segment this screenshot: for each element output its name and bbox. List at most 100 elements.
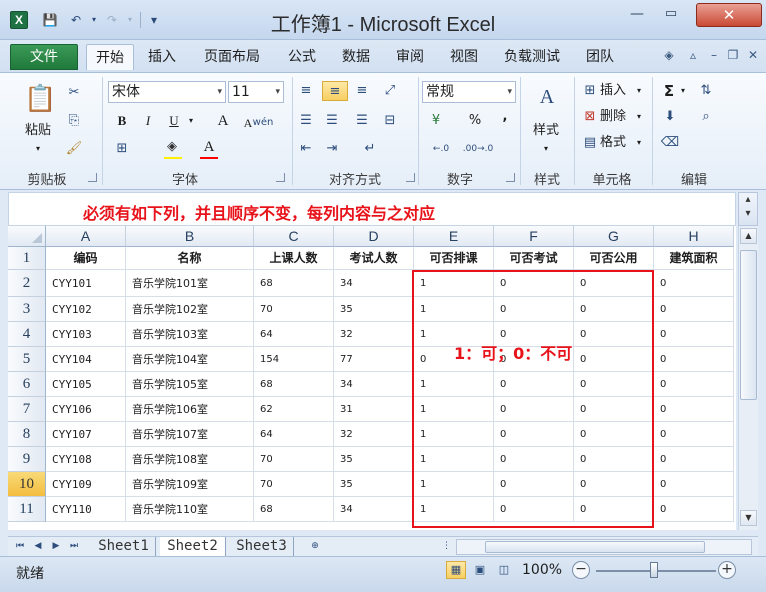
close-button[interactable]: ✕ [696, 3, 762, 27]
table-cell[interactable]: 0 [574, 297, 654, 322]
table-cell[interactable]: 35 [334, 297, 414, 322]
row-header-8[interactable]: 8 [8, 422, 46, 447]
column-header-h[interactable]: H [654, 226, 734, 247]
autosum-dropdown-icon[interactable]: ▾ [678, 81, 688, 101]
table-cell[interactable]: 0 [654, 270, 734, 297]
table-cell[interactable]: CYY105 [46, 372, 126, 397]
table-cell[interactable]: 音乐学院101室 [126, 270, 254, 297]
table-cell[interactable]: 0 [494, 297, 574, 322]
find-select-icon[interactable]: ⌕ [696, 107, 716, 127]
row-header-6[interactable]: 6 [8, 372, 46, 397]
scroll-down-button[interactable]: ▼ [740, 510, 757, 526]
excel-app-icon[interactable]: X [10, 11, 28, 29]
table-cell[interactable]: 0 [574, 347, 654, 372]
table-cell[interactable]: 68 [254, 497, 334, 522]
select-all-button[interactable] [8, 226, 46, 247]
row-header-4[interactable]: 4 [8, 322, 46, 347]
tab-view[interactable]: 视图 [442, 44, 486, 70]
table-cell[interactable]: 0 [574, 372, 654, 397]
delete-cells-icon[interactable]: ⊠ [580, 107, 600, 127]
percent-button[interactable]: % [466, 111, 484, 131]
scroll-up-button[interactable]: ▲ [740, 228, 757, 244]
sheet-tab-1[interactable]: Sheet1 [92, 537, 156, 556]
table-cell[interactable]: 1 [414, 372, 494, 397]
help-icon[interactable]: ◈ [660, 46, 678, 64]
table-cell[interactable]: 0 [494, 372, 574, 397]
table-cell[interactable]: 35 [334, 472, 414, 497]
undo-dropdown-icon[interactable]: ▾ [86, 12, 102, 28]
workbook-close-icon[interactable]: ✕ [744, 46, 762, 64]
table-cell[interactable]: 1 [414, 422, 494, 447]
wrap-text-icon[interactable]: ↵ [360, 139, 380, 159]
table-cell[interactable]: CYY108 [46, 447, 126, 472]
table-cell[interactable]: CYY103 [46, 322, 126, 347]
table-cell[interactable]: 0 [654, 397, 734, 422]
table-cell[interactable]: 音乐学院105室 [126, 372, 254, 397]
table-cell[interactable]: 0 [494, 422, 574, 447]
column-header-f[interactable]: F [494, 226, 574, 247]
prev-sheet-icon[interactable]: ◀ [32, 539, 44, 553]
table-cell[interactable]: 0 [494, 472, 574, 497]
orientation-icon[interactable]: ⤢ [380, 81, 400, 101]
redo-dropdown-icon[interactable]: ▾ [122, 12, 138, 28]
table-cell[interactable]: 0 [574, 422, 654, 447]
format-cells-icon[interactable]: ▤ [580, 133, 600, 153]
tab-data[interactable]: 数据 [334, 44, 378, 70]
table-cell[interactable]: CYY110 [46, 497, 126, 522]
undo-icon[interactable]: ↶ [68, 12, 84, 28]
table-cell[interactable]: 音乐学院104室 [126, 347, 254, 372]
table-cell[interactable]: 音乐学院102室 [126, 297, 254, 322]
format-cells-button[interactable]: 格式 [600, 133, 634, 153]
increase-decimal-button[interactable]: ←.0 [424, 139, 458, 159]
table-cell[interactable]: 0 [574, 270, 654, 297]
table-cell[interactable]: 68 [254, 270, 334, 297]
table-cell[interactable]: 0 [574, 322, 654, 347]
table-cell[interactable]: 音乐学院107室 [126, 422, 254, 447]
align-top-icon[interactable]: ≡ [296, 81, 316, 101]
table-cell[interactable]: 0 [574, 397, 654, 422]
align-left-icon[interactable]: ☰ [296, 111, 316, 131]
vertical-scrollbar[interactable]: ▲ ▼ [738, 226, 758, 530]
table-cell[interactable]: 64 [254, 422, 334, 447]
table-cell[interactable]: 音乐学院110室 [126, 497, 254, 522]
table-cell[interactable]: 1 [414, 472, 494, 497]
workbook-restore-icon[interactable]: ❐ [724, 46, 742, 64]
tab-load-test[interactable]: 负载测试 [496, 44, 568, 70]
insert-cells-button[interactable]: 插入 [600, 81, 634, 101]
align-bottom-icon[interactable]: ≡ [352, 81, 372, 101]
italic-button[interactable]: I [138, 111, 158, 131]
decrease-decimal-button[interactable]: .00→.0 [458, 139, 498, 159]
table-cell[interactable]: 音乐学院106室 [126, 397, 254, 422]
fill-color-icon[interactable]: ◈ [162, 137, 182, 157]
paste-dropdown-icon[interactable]: ▾ [30, 139, 46, 159]
font-size-select[interactable]: 11 ▾ [228, 81, 284, 103]
table-cell[interactable]: 0 [494, 397, 574, 422]
table-cell[interactable]: 77 [334, 347, 414, 372]
sheet-tab-2[interactable]: Sheet2 [160, 537, 226, 556]
table-cell[interactable]: 1 [414, 397, 494, 422]
customize-qat-icon[interactable]: ▾ [146, 12, 162, 28]
autosum-button[interactable]: Σ [660, 81, 678, 101]
grow-font-button[interactable]: A [214, 111, 232, 131]
horizontal-scroll-thumb[interactable] [485, 541, 705, 553]
font-launcher-icon[interactable] [276, 173, 285, 182]
table-cell[interactable]: 0 [494, 497, 574, 522]
table-cell[interactable]: 34 [334, 497, 414, 522]
row-header-7[interactable]: 7 [8, 397, 46, 422]
tab-review[interactable]: 审阅 [388, 44, 432, 70]
ribbon-minimize-icon[interactable]: ▵ [684, 46, 702, 64]
comma-button[interactable]: , [498, 107, 512, 127]
styles-button[interactable]: 样式 [526, 121, 566, 141]
row-header-2[interactable]: 2 [8, 270, 46, 297]
align-center-icon[interactable]: ☰ [322, 111, 342, 131]
page-break-view-icon[interactable]: ◫ [494, 561, 514, 579]
table-cell[interactable]: 70 [254, 472, 334, 497]
font-color-button[interactable]: A [200, 137, 218, 157]
table-cell[interactable]: 154 [254, 347, 334, 372]
maximize-button[interactable]: ▭ [656, 4, 686, 26]
table-cell[interactable]: 1 [414, 447, 494, 472]
table-cell[interactable]: 音乐学院108室 [126, 447, 254, 472]
cut-icon[interactable]: ✂ [64, 83, 84, 103]
page-layout-view-icon[interactable]: ▣ [470, 561, 490, 579]
table-cell[interactable]: 0 [654, 497, 734, 522]
